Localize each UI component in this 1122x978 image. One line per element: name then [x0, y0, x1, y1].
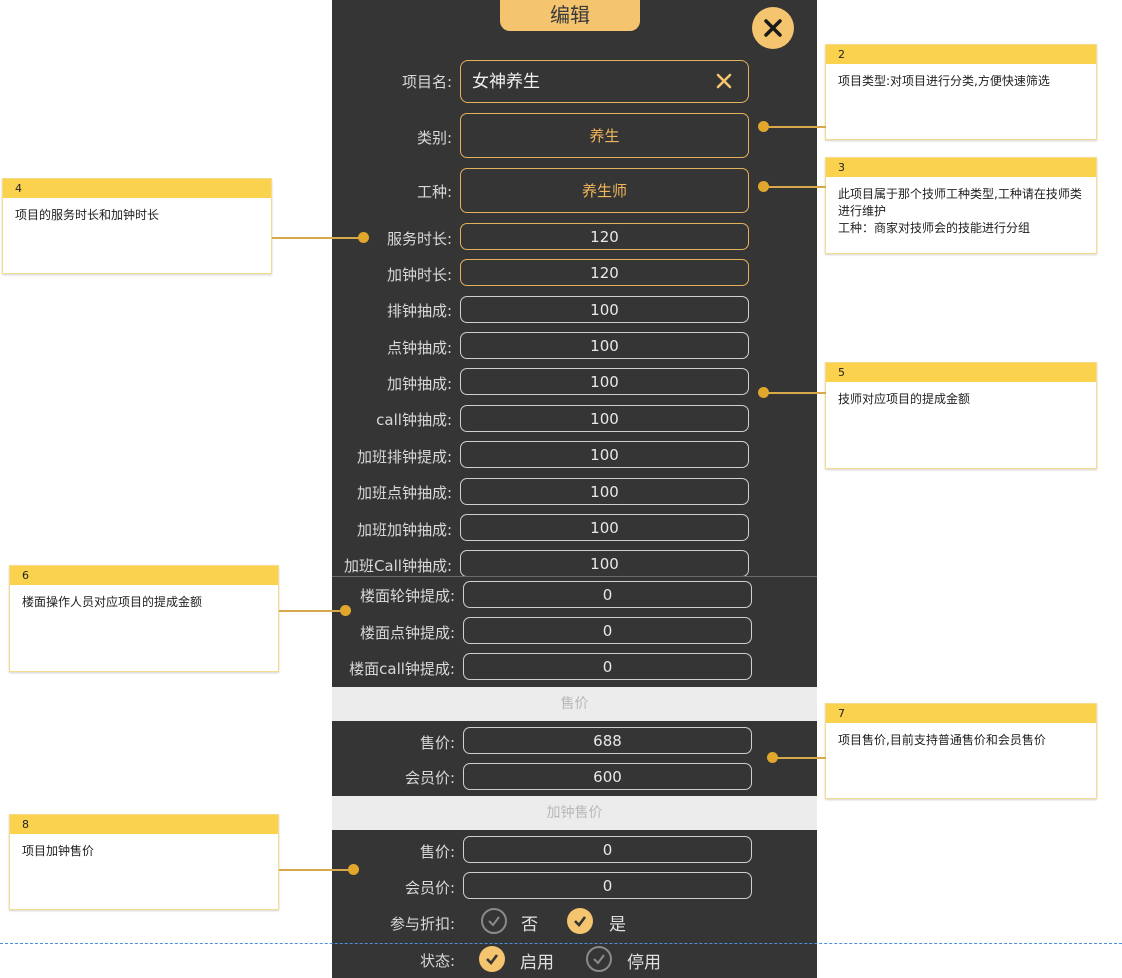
callout-text: 技师对应项目的提成金额	[838, 392, 971, 406]
callout-number: 3	[826, 158, 1096, 177]
extra-price-section-header: 加钟售价	[332, 796, 817, 830]
callout-number: 7	[826, 704, 1096, 723]
worktype-select[interactable]: 养生师	[460, 168, 749, 213]
commission-input[interactable]: 100	[460, 478, 749, 505]
commission-label: 加钟抽成:	[386, 375, 452, 393]
member-price-label: 会员价:	[404, 769, 455, 787]
callout-text: 此项目属于那个技师工种类型,工种请在技师类进行维护 工种：商家对技师会的技能进行…	[838, 187, 1082, 235]
callout-number: 6	[10, 566, 278, 585]
floor-label: 楼面点钟提成:	[359, 624, 455, 642]
callout-6: 6 楼面操作人员对应项目的提成金额	[9, 565, 279, 672]
floor-label: 楼面call钟提成:	[349, 660, 455, 678]
commission-label: 排钟抽成:	[386, 302, 452, 320]
extra-member-price-label: 会员价:	[404, 879, 455, 897]
check-icon	[574, 916, 587, 927]
price-label: 售价:	[419, 734, 455, 752]
category-label: 类别:	[416, 129, 452, 147]
commission-label: call钟抽成:	[376, 411, 452, 429]
commission-input[interactable]: 100	[460, 441, 749, 468]
extra-price-input[interactable]: 0	[463, 836, 752, 863]
callout-8: 8 项目加钟售价	[9, 814, 279, 910]
connector-dot	[767, 752, 778, 763]
commission-label: 加班加钟抽成:	[356, 521, 452, 539]
discount-yes-radio[interactable]	[567, 908, 593, 934]
check-icon	[486, 954, 499, 965]
callout-number: 5	[826, 363, 1096, 382]
commission-input[interactable]: 100	[460, 332, 749, 359]
extra-duration-input[interactable]: 120	[460, 259, 749, 286]
close-button[interactable]	[752, 7, 794, 49]
connector-dot	[758, 121, 769, 132]
connector-line	[765, 392, 826, 394]
commission-input[interactable]: 100	[460, 550, 749, 577]
connector-dot	[758, 181, 769, 192]
callout-7: 7 项目售价,目前支持普通售价和会员售价	[825, 703, 1097, 799]
extra-duration-label: 加钟时长:	[386, 266, 452, 284]
connector-dot	[340, 605, 351, 616]
commission-input[interactable]: 100	[460, 514, 749, 541]
callout-3: 3 此项目属于那个技师工种类型,工种请在技师类进行维护 工种：商家对技师会的技能…	[825, 157, 1097, 254]
extra-member-price-input[interactable]: 0	[463, 872, 752, 899]
fold-guide-line	[0, 943, 1122, 944]
floor-label: 楼面轮钟提成:	[359, 587, 455, 605]
connector-line	[279, 610, 345, 612]
callout-4: 4 项目的服务时长和加钟时长	[2, 178, 272, 274]
commission-label: 点钟抽成:	[386, 339, 452, 357]
divider	[332, 576, 817, 577]
status-label: 状态:	[419, 952, 455, 970]
discount-no-label[interactable]: 否	[521, 910, 538, 935]
callout-text: 楼面操作人员对应项目的提成金额	[22, 595, 203, 609]
commission-label: 加班Call钟抽成:	[343, 557, 452, 575]
name-label: 项目名:	[401, 73, 452, 91]
clear-icon[interactable]	[713, 70, 735, 92]
extra-price-label: 售价:	[419, 843, 455, 861]
price-section-header: 售价	[332, 687, 817, 721]
commission-label: 加班点钟抽成:	[356, 484, 452, 502]
name-input[interactable]: 女神养生	[460, 60, 749, 103]
price-input[interactable]: 688	[463, 727, 752, 754]
callout-number: 8	[10, 815, 278, 834]
connector-line	[279, 869, 354, 871]
discount-label: 参与折扣:	[389, 915, 455, 933]
callout-number: 4	[3, 179, 271, 198]
floor-input[interactable]: 0	[463, 653, 752, 680]
close-icon	[764, 19, 782, 37]
discount-yes-label[interactable]: 是	[609, 910, 626, 935]
callout-text: 项目加钟售价	[22, 844, 95, 858]
connector-dot	[758, 387, 769, 398]
commission-label: 加班排钟提成:	[356, 448, 452, 466]
callout-text: 项目的服务时长和加钟时长	[15, 208, 160, 222]
commission-input[interactable]: 100	[460, 405, 749, 432]
category-select[interactable]: 养生	[460, 113, 749, 158]
floor-input[interactable]: 0	[463, 581, 752, 608]
check-icon	[593, 954, 605, 965]
dialog-title: 编辑	[500, 0, 640, 31]
callout-5: 5 技师对应项目的提成金额	[825, 362, 1097, 469]
discount-no-radio[interactable]	[481, 908, 507, 934]
status-enabled-radio[interactable]	[479, 946, 505, 972]
commission-input[interactable]: 100	[460, 368, 749, 395]
commission-input[interactable]: 100	[460, 296, 749, 323]
worktype-label: 工种:	[416, 183, 452, 201]
connector-line	[765, 186, 826, 188]
floor-input[interactable]: 0	[463, 617, 752, 644]
status-enabled-label[interactable]: 启用	[520, 948, 554, 973]
connector-dot	[358, 232, 369, 243]
connector-line	[765, 126, 826, 128]
service-duration-input[interactable]: 120	[460, 223, 749, 250]
status-disabled-radio[interactable]	[586, 946, 612, 972]
callout-text: 项目类型:对项目进行分类,方便快速筛选	[838, 74, 1050, 88]
check-icon	[488, 916, 500, 927]
connector-line	[272, 237, 364, 239]
callout-2: 2 项目类型:对项目进行分类,方便快速筛选	[825, 44, 1097, 140]
member-price-input[interactable]: 600	[463, 763, 752, 790]
callout-text: 项目售价,目前支持普通售价和会员售价	[838, 733, 1046, 747]
connector-dot	[348, 864, 359, 875]
status-disabled-label[interactable]: 停用	[627, 948, 661, 973]
connector-line	[774, 757, 826, 759]
callout-number: 2	[826, 45, 1096, 64]
